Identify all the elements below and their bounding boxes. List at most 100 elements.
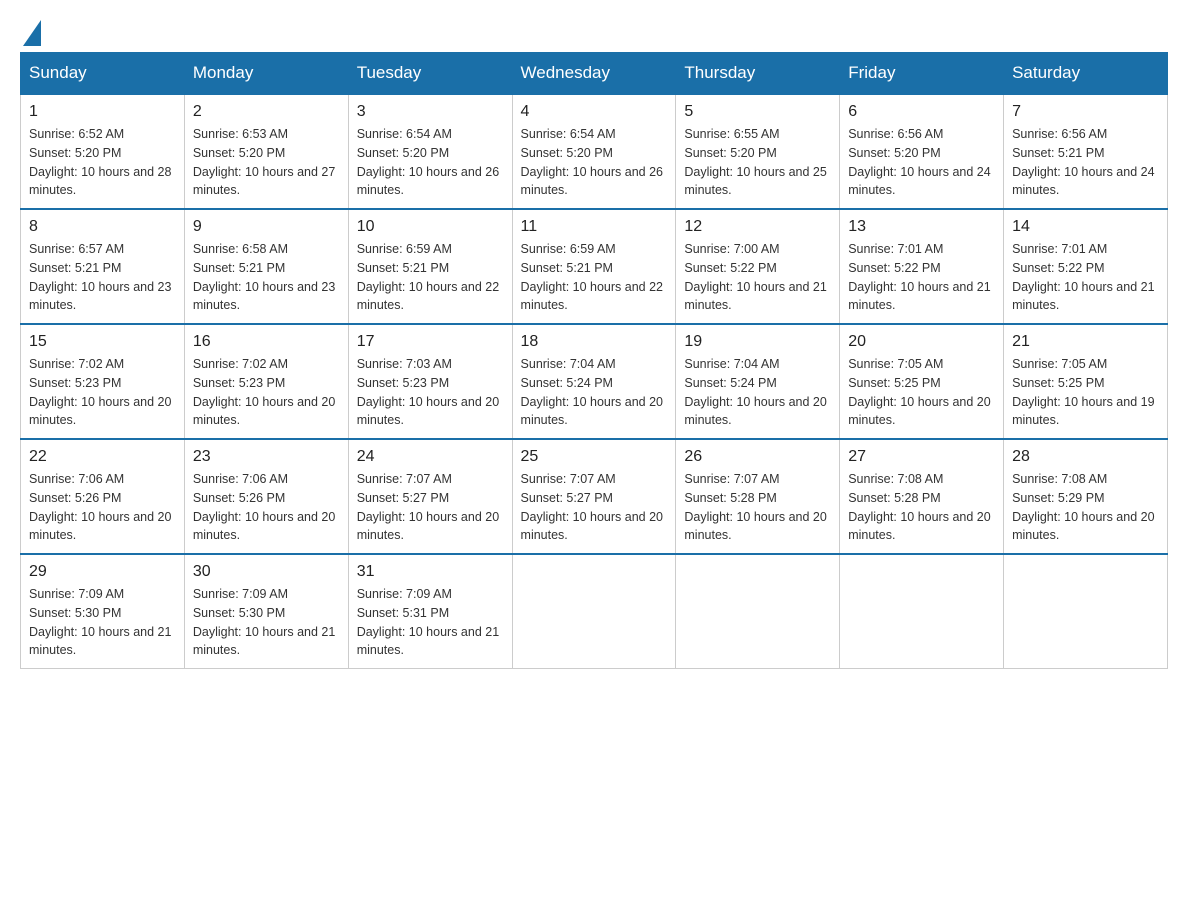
daylight-label: Daylight: 10 hours and 22 minutes.: [357, 280, 499, 313]
day-info: Sunrise: 7:08 AM Sunset: 5:29 PM Dayligh…: [1012, 470, 1159, 545]
header-saturday: Saturday: [1004, 53, 1168, 95]
sunset-label: Sunset: 5:22 PM: [1012, 261, 1104, 275]
sunrise-label: Sunrise: 7:08 AM: [1012, 472, 1107, 486]
sunset-label: Sunset: 5:25 PM: [1012, 376, 1104, 390]
day-info: Sunrise: 6:58 AM Sunset: 5:21 PM Dayligh…: [193, 240, 340, 315]
day-number: 18: [521, 333, 668, 351]
day-info: Sunrise: 7:02 AM Sunset: 5:23 PM Dayligh…: [29, 355, 176, 430]
day-number: 20: [848, 333, 995, 351]
calendar-cell: 30 Sunrise: 7:09 AM Sunset: 5:30 PM Dayl…: [184, 554, 348, 669]
daylight-label: Daylight: 10 hours and 21 minutes.: [848, 280, 990, 313]
sunrise-label: Sunrise: 7:09 AM: [193, 587, 288, 601]
daylight-label: Daylight: 10 hours and 26 minutes.: [521, 165, 663, 198]
sunset-label: Sunset: 5:29 PM: [1012, 491, 1104, 505]
calendar-cell: 22 Sunrise: 7:06 AM Sunset: 5:26 PM Dayl…: [21, 439, 185, 554]
header-sunday: Sunday: [21, 53, 185, 95]
day-info: Sunrise: 7:09 AM Sunset: 5:30 PM Dayligh…: [193, 585, 340, 660]
sunset-label: Sunset: 5:24 PM: [521, 376, 613, 390]
sunrise-label: Sunrise: 7:06 AM: [29, 472, 124, 486]
sunrise-label: Sunrise: 7:03 AM: [357, 357, 452, 371]
sunset-label: Sunset: 5:31 PM: [357, 606, 449, 620]
sunset-label: Sunset: 5:28 PM: [684, 491, 776, 505]
sunrise-label: Sunrise: 7:02 AM: [29, 357, 124, 371]
sunset-label: Sunset: 5:26 PM: [29, 491, 121, 505]
daylight-label: Daylight: 10 hours and 21 minutes.: [1012, 280, 1154, 313]
day-number: 2: [193, 103, 340, 121]
daylight-label: Daylight: 10 hours and 19 minutes.: [1012, 395, 1154, 428]
sunset-label: Sunset: 5:20 PM: [684, 146, 776, 160]
sunset-label: Sunset: 5:30 PM: [29, 606, 121, 620]
daylight-label: Daylight: 10 hours and 20 minutes.: [357, 395, 499, 428]
sunset-label: Sunset: 5:22 PM: [848, 261, 940, 275]
sunset-label: Sunset: 5:20 PM: [848, 146, 940, 160]
calendar-cell: 13 Sunrise: 7:01 AM Sunset: 5:22 PM Dayl…: [840, 209, 1004, 324]
sunrise-label: Sunrise: 7:04 AM: [684, 357, 779, 371]
calendar-cell: [676, 554, 840, 669]
sunset-label: Sunset: 5:30 PM: [193, 606, 285, 620]
logo-arrow-icon: [23, 20, 41, 46]
sunrise-label: Sunrise: 7:01 AM: [848, 242, 943, 256]
day-number: 11: [521, 218, 668, 236]
daylight-label: Daylight: 10 hours and 20 minutes.: [684, 510, 826, 543]
daylight-label: Daylight: 10 hours and 20 minutes.: [357, 510, 499, 543]
daylight-label: Daylight: 10 hours and 28 minutes.: [29, 165, 171, 198]
sunrise-label: Sunrise: 6:52 AM: [29, 127, 124, 141]
sunset-label: Sunset: 5:20 PM: [521, 146, 613, 160]
sunset-label: Sunset: 5:21 PM: [29, 261, 121, 275]
sunrise-label: Sunrise: 6:55 AM: [684, 127, 779, 141]
day-info: Sunrise: 6:52 AM Sunset: 5:20 PM Dayligh…: [29, 125, 176, 200]
calendar-cell: 6 Sunrise: 6:56 AM Sunset: 5:20 PM Dayli…: [840, 94, 1004, 209]
day-info: Sunrise: 7:07 AM Sunset: 5:27 PM Dayligh…: [521, 470, 668, 545]
day-number: 14: [1012, 218, 1159, 236]
sunrise-label: Sunrise: 7:07 AM: [684, 472, 779, 486]
day-number: 23: [193, 448, 340, 466]
day-info: Sunrise: 7:05 AM Sunset: 5:25 PM Dayligh…: [848, 355, 995, 430]
calendar-cell: 14 Sunrise: 7:01 AM Sunset: 5:22 PM Dayl…: [1004, 209, 1168, 324]
sunset-label: Sunset: 5:23 PM: [357, 376, 449, 390]
day-number: 8: [29, 218, 176, 236]
day-info: Sunrise: 6:53 AM Sunset: 5:20 PM Dayligh…: [193, 125, 340, 200]
sunrise-label: Sunrise: 7:09 AM: [29, 587, 124, 601]
sunset-label: Sunset: 5:24 PM: [684, 376, 776, 390]
calendar-cell: 17 Sunrise: 7:03 AM Sunset: 5:23 PM Dayl…: [348, 324, 512, 439]
day-number: 3: [357, 103, 504, 121]
calendar-header-row: SundayMondayTuesdayWednesdayThursdayFrid…: [21, 53, 1168, 95]
daylight-label: Daylight: 10 hours and 20 minutes.: [684, 395, 826, 428]
daylight-label: Daylight: 10 hours and 20 minutes.: [29, 510, 171, 543]
day-number: 26: [684, 448, 831, 466]
sunrise-label: Sunrise: 7:06 AM: [193, 472, 288, 486]
sunrise-label: Sunrise: 6:54 AM: [521, 127, 616, 141]
calendar-cell: 27 Sunrise: 7:08 AM Sunset: 5:28 PM Dayl…: [840, 439, 1004, 554]
sunset-label: Sunset: 5:20 PM: [357, 146, 449, 160]
day-info: Sunrise: 7:00 AM Sunset: 5:22 PM Dayligh…: [684, 240, 831, 315]
day-info: Sunrise: 7:01 AM Sunset: 5:22 PM Dayligh…: [1012, 240, 1159, 315]
calendar-cell: 18 Sunrise: 7:04 AM Sunset: 5:24 PM Dayl…: [512, 324, 676, 439]
calendar-cell: 16 Sunrise: 7:02 AM Sunset: 5:23 PM Dayl…: [184, 324, 348, 439]
daylight-label: Daylight: 10 hours and 20 minutes.: [521, 395, 663, 428]
day-info: Sunrise: 6:55 AM Sunset: 5:20 PM Dayligh…: [684, 125, 831, 200]
daylight-label: Daylight: 10 hours and 23 minutes.: [29, 280, 171, 313]
calendar-cell: 12 Sunrise: 7:00 AM Sunset: 5:22 PM Dayl…: [676, 209, 840, 324]
calendar-cell: 4 Sunrise: 6:54 AM Sunset: 5:20 PM Dayli…: [512, 94, 676, 209]
calendar-cell: 9 Sunrise: 6:58 AM Sunset: 5:21 PM Dayli…: [184, 209, 348, 324]
sunset-label: Sunset: 5:21 PM: [1012, 146, 1104, 160]
daylight-label: Daylight: 10 hours and 20 minutes.: [193, 395, 335, 428]
calendar-cell: 11 Sunrise: 6:59 AM Sunset: 5:21 PM Dayl…: [512, 209, 676, 324]
day-number: 21: [1012, 333, 1159, 351]
day-number: 27: [848, 448, 995, 466]
sunrise-label: Sunrise: 7:05 AM: [848, 357, 943, 371]
sunset-label: Sunset: 5:21 PM: [521, 261, 613, 275]
day-number: 29: [29, 563, 176, 581]
daylight-label: Daylight: 10 hours and 20 minutes.: [1012, 510, 1154, 543]
calendar-cell: 31 Sunrise: 7:09 AM Sunset: 5:31 PM Dayl…: [348, 554, 512, 669]
day-info: Sunrise: 7:02 AM Sunset: 5:23 PM Dayligh…: [193, 355, 340, 430]
sunrise-label: Sunrise: 6:59 AM: [521, 242, 616, 256]
sunrise-label: Sunrise: 7:04 AM: [521, 357, 616, 371]
calendar-cell: 7 Sunrise: 6:56 AM Sunset: 5:21 PM Dayli…: [1004, 94, 1168, 209]
day-info: Sunrise: 6:54 AM Sunset: 5:20 PM Dayligh…: [521, 125, 668, 200]
day-info: Sunrise: 6:56 AM Sunset: 5:21 PM Dayligh…: [1012, 125, 1159, 200]
day-number: 15: [29, 333, 176, 351]
sunset-label: Sunset: 5:21 PM: [357, 261, 449, 275]
calendar-cell: 3 Sunrise: 6:54 AM Sunset: 5:20 PM Dayli…: [348, 94, 512, 209]
sunset-label: Sunset: 5:26 PM: [193, 491, 285, 505]
